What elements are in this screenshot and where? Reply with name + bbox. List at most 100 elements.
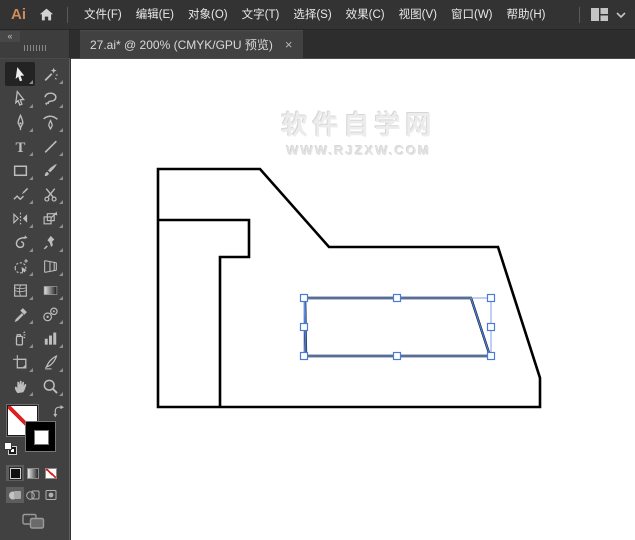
menu-item-effect[interactable]: 效果(C) — [339, 0, 392, 30]
line-segment-tool[interactable] — [35, 134, 65, 158]
paintbrush-icon — [42, 162, 59, 179]
drawn-outline-shape[interactable] — [158, 169, 540, 407]
reflect-tool[interactable] — [5, 206, 35, 230]
width-tool[interactable] — [5, 230, 35, 254]
type-icon: T — [12, 138, 29, 155]
draw-inside-button[interactable] — [42, 487, 60, 503]
collapse-toolbar-button[interactable]: « — [0, 31, 20, 42]
color-swatch-icon — [10, 468, 21, 479]
selection-handle[interactable] — [301, 353, 308, 360]
selection-tool[interactable] — [5, 62, 35, 86]
magic-wand-tool[interactable] — [35, 62, 65, 86]
menu-item-file[interactable]: 文件(F) — [77, 0, 129, 30]
zoom-tool[interactable] — [35, 374, 65, 398]
draw-behind-icon — [25, 487, 41, 503]
menu-item-help[interactable]: 帮助(H) — [500, 0, 553, 30]
menu-item-view[interactable]: 视图(V) — [392, 0, 444, 30]
draw-normal-button[interactable] — [6, 487, 24, 503]
artboard-canvas[interactable]: 软件自学网 WWW.RJZXW.COM — [71, 58, 635, 540]
type-tool[interactable]: T — [5, 134, 35, 158]
scissors-tool[interactable] — [35, 182, 65, 206]
selection-handle[interactable] — [301, 295, 308, 302]
chevron-down-icon[interactable] — [615, 11, 627, 19]
fill-stroke-cluster — [0, 403, 70, 463]
mesh-tool[interactable] — [5, 278, 35, 302]
gradient-button[interactable] — [24, 465, 42, 481]
perspective-grid-tool[interactable] — [35, 254, 65, 278]
menubar-right — [569, 7, 627, 23]
home-button[interactable] — [38, 7, 55, 23]
stroke-swatch[interactable] — [25, 421, 56, 452]
none-swatch-icon — [45, 468, 57, 479]
document-tab-title: 27.ai* @ 200% (CMYK/GPU 预览) — [90, 36, 273, 53]
drawn-notch-lines[interactable] — [158, 220, 249, 407]
menu-item-type[interactable]: 文字(T) — [235, 0, 287, 30]
free-transform-tool[interactable] — [35, 206, 65, 230]
magic-wand-icon — [42, 66, 59, 83]
menu-item-window[interactable]: 窗口(W) — [444, 0, 500, 30]
lasso-tool[interactable] — [35, 86, 65, 110]
artboard-icon — [12, 354, 29, 371]
selection-handle[interactable] — [488, 295, 495, 302]
toolbar-drag-grip[interactable] — [24, 45, 47, 51]
column-graph-tool[interactable] — [35, 326, 65, 350]
document-tab[interactable]: 27.ai* @ 200% (CMYK/GPU 预览) × — [80, 30, 303, 58]
width-icon — [12, 234, 29, 251]
rectangle-tool[interactable] — [5, 158, 35, 182]
zoom-icon — [42, 378, 59, 395]
draw-inside-icon — [43, 487, 59, 503]
color-mode-row — [6, 465, 60, 481]
hand-icon — [12, 378, 29, 395]
selection-handle[interactable] — [394, 295, 401, 302]
blend-tool[interactable] — [35, 302, 65, 326]
reflect-icon — [12, 210, 29, 227]
symbol-sprayer-tool[interactable] — [5, 326, 35, 350]
screen-mode-button[interactable] — [22, 513, 46, 535]
tools-grid: T — [5, 62, 65, 398]
none-button[interactable] — [42, 465, 60, 481]
direct-selection-tool[interactable] — [5, 86, 35, 110]
free-transform-icon — [42, 210, 59, 227]
close-tab-icon[interactable]: × — [285, 38, 293, 51]
mesh-icon — [12, 282, 29, 299]
artboard-tool[interactable] — [5, 350, 35, 374]
draw-behind-button[interactable] — [24, 487, 42, 503]
puppet-warp-icon — [42, 234, 59, 251]
default-fill-stroke-icon[interactable] — [3, 441, 19, 462]
menubar-separator — [67, 7, 68, 23]
menu-item-edit[interactable]: 编辑(E) — [129, 0, 181, 30]
paintbrush-tool[interactable] — [35, 158, 65, 182]
shaper-tool[interactable] — [5, 182, 35, 206]
pen-tool[interactable] — [5, 110, 35, 134]
app-logo: Ai — [11, 6, 26, 23]
slice-tool[interactable] — [35, 350, 65, 374]
selection-handle[interactable] — [301, 324, 308, 331]
draw-mode-row — [6, 487, 60, 503]
shape-builder-tool[interactable] — [5, 254, 35, 278]
slice-icon — [42, 354, 59, 371]
illustrator-window: Ai 文件(F)编辑(E)对象(O)文字(T)选择(S)效果(C)视图(V)窗口… — [0, 0, 635, 540]
menu-item-select[interactable]: 选择(S) — [286, 0, 338, 30]
pen-icon — [12, 114, 29, 131]
menu-list: 文件(F)编辑(E)对象(O)文字(T)选择(S)效果(C)视图(V)窗口(W)… — [77, 0, 552, 30]
selection-icon — [12, 66, 29, 83]
eyedropper-icon — [12, 306, 29, 323]
eyedropper-tool[interactable] — [5, 302, 35, 326]
menu-item-object[interactable]: 对象(O) — [181, 0, 235, 30]
color-button[interactable] — [6, 465, 24, 481]
menu-bar: Ai 文件(F)编辑(E)对象(O)文字(T)选择(S)效果(C)视图(V)窗口… — [0, 0, 635, 30]
selected-trapezoid[interactable] — [305, 298, 490, 356]
selection-handle[interactable] — [488, 324, 495, 331]
gradient-tool[interactable] — [35, 278, 65, 302]
hand-tool[interactable] — [5, 374, 35, 398]
direct-selection-icon — [12, 90, 29, 107]
puppet-warp-tool[interactable] — [35, 230, 65, 254]
swap-fill-stroke-icon[interactable] — [52, 404, 67, 424]
tab-bar: « 27.ai* @ 200% (CMYK/GPU 预览) × — [0, 30, 635, 58]
svg-text:T: T — [15, 139, 25, 154]
selection-handle[interactable] — [394, 353, 401, 360]
workspace-switcher-icon[interactable] — [590, 7, 609, 22]
menubar-separator — [579, 7, 580, 23]
curvature-tool[interactable] — [35, 110, 65, 134]
selection-handle[interactable] — [488, 353, 495, 360]
